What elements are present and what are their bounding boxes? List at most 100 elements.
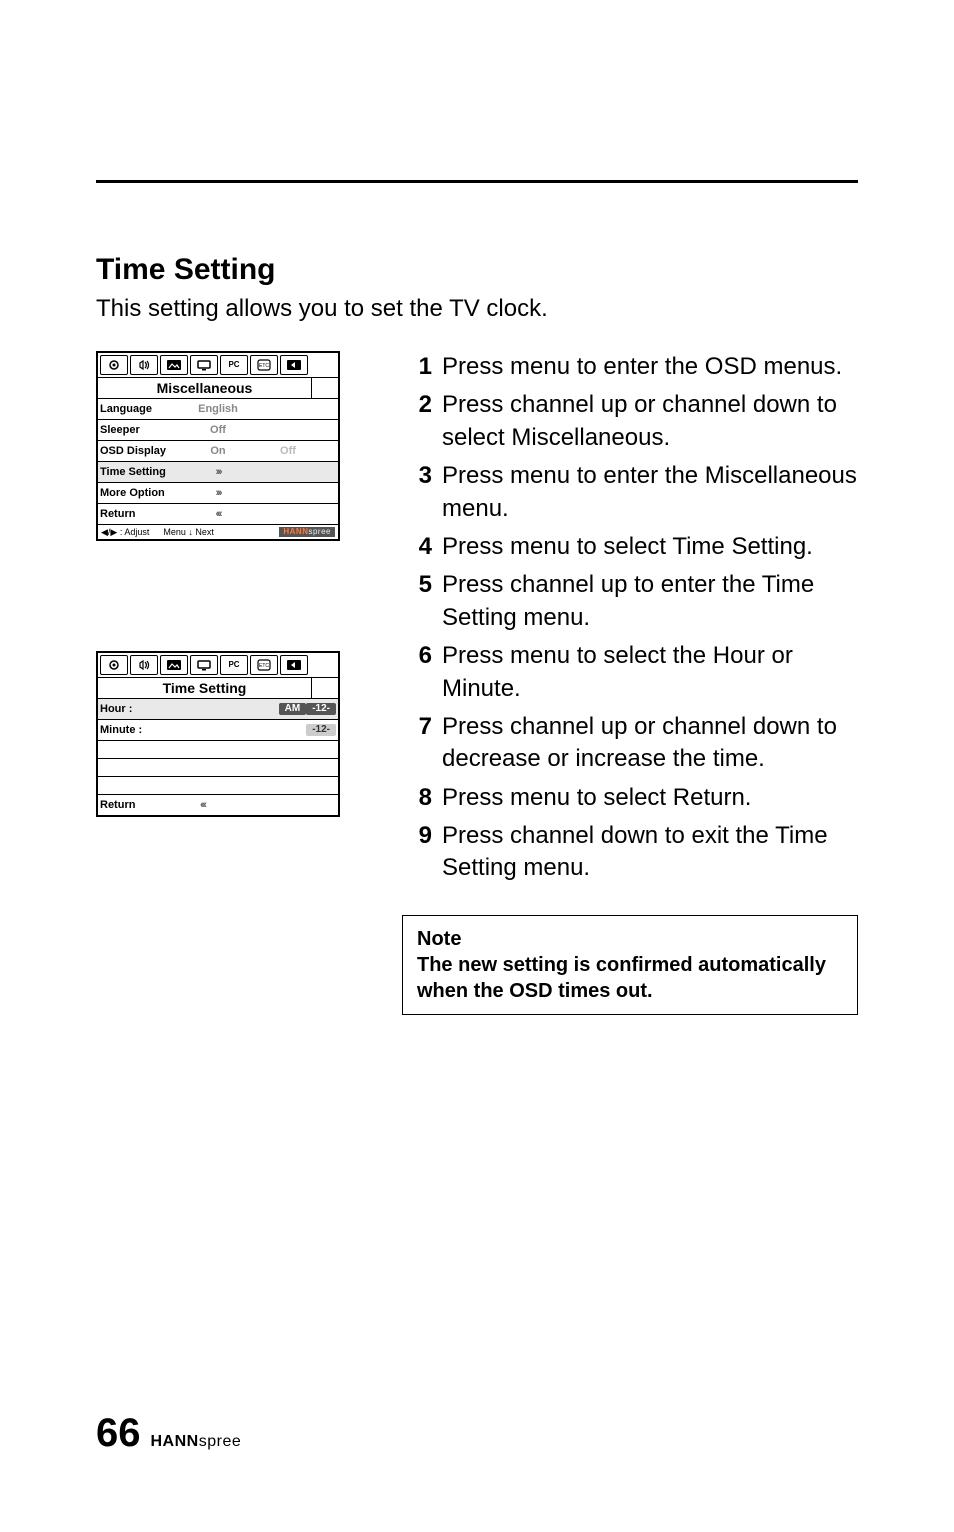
- minute-value: -12-: [306, 724, 336, 736]
- row-value: Off: [178, 425, 258, 436]
- step-item: 4 Press menu to select Time Setting.: [402, 531, 858, 563]
- row-arrow-right-icon: ›››: [178, 488, 258, 499]
- osd-tab-av-icon: [280, 655, 308, 675]
- osd-tab-strip: PC ETC: [98, 653, 338, 677]
- step-number: 4: [402, 531, 432, 563]
- row-label: Return: [100, 509, 178, 520]
- row-value: English: [178, 404, 258, 415]
- minute-value-group: -12-: [306, 724, 336, 736]
- step-item: 7Press channel up or channel down to dec…: [402, 711, 858, 776]
- step-number: 8: [402, 782, 432, 814]
- osd-miscellaneous: PC ETC Miscellaneous Language English Sl…: [96, 351, 340, 541]
- step-text: Press channel down to exit the Time Sett…: [442, 820, 858, 885]
- note-body: The new setting is confirmed automatical…: [417, 952, 843, 1004]
- osd-row-more-option: More Option ›››: [98, 482, 338, 503]
- row-label: Sleeper: [100, 425, 178, 436]
- osd-row-sleeper: Sleeper Off: [98, 419, 338, 440]
- osd-tab-image-icon: [160, 355, 188, 375]
- osd-row-minute: Minute : -12-: [98, 719, 338, 740]
- section-title: Time Setting: [96, 253, 858, 287]
- step-item: 1 Press menu to enter the OSD menus.: [402, 351, 858, 383]
- osd-tab-image-icon: [160, 655, 188, 675]
- step-text: Press menu to select Return.: [442, 782, 858, 814]
- top-rule: [96, 180, 858, 183]
- osd-footer: ◀/▶ : Adjust Menu ↓ Next HANNspree: [98, 524, 338, 539]
- step-item: 3Press menu to enter the Miscellaneous m…: [402, 460, 858, 525]
- note-title: Note: [417, 926, 843, 952]
- footer-menu-next: Menu ↓ Next: [163, 528, 214, 537]
- osd-header-row: Miscellaneous: [98, 377, 338, 398]
- step-item: 8 Press menu to select Return.: [402, 782, 858, 814]
- osd-tab-pc: PC: [220, 655, 248, 675]
- brand-rest: spree: [199, 1433, 242, 1450]
- osd-row-return: Return ‹‹‹: [98, 794, 338, 815]
- row-arrow-right-icon: ›››: [178, 467, 258, 478]
- left-column: PC ETC Miscellaneous Language English Sl…: [96, 351, 346, 1015]
- row-label: Return: [100, 800, 160, 811]
- content-row: PC ETC Miscellaneous Language English Sl…: [96, 351, 858, 1015]
- osd-row-hour: Hour : AM -12-: [98, 698, 338, 719]
- step-text: Press menu to select the Hour or Minute.: [442, 640, 858, 705]
- hour-value-group: AM -12-: [279, 703, 336, 715]
- osd-header-gap: [312, 677, 338, 698]
- osd-row-osd-display: OSD Display On Off: [98, 440, 338, 461]
- hour-value: -12-: [306, 703, 336, 715]
- osd-empty-row: [98, 776, 338, 794]
- osd-tab-picture-icon: [100, 655, 128, 675]
- hour-ampm: AM: [279, 703, 307, 715]
- osd-header-row: Time Setting: [98, 677, 338, 698]
- osd-row-time-setting: Time Setting ›››: [98, 461, 338, 482]
- step-text: Press menu to enter the OSD menus.: [442, 351, 858, 383]
- step-number: 7: [402, 711, 432, 776]
- osd-tab-strip: PC ETC: [98, 353, 338, 377]
- footer-adjust: ◀/▶ : Adjust: [101, 528, 149, 537]
- footer-brand: HANNspree: [151, 1433, 242, 1451]
- row-arrow-left-icon: ‹‹‹: [178, 509, 258, 520]
- step-text: Press channel up or channel down to decr…: [442, 711, 858, 776]
- osd-header: Miscellaneous: [98, 377, 312, 398]
- osd-tab-monitor-icon: [190, 655, 218, 675]
- osd-tab-sound-icon: [130, 655, 158, 675]
- step-number: 6: [402, 640, 432, 705]
- row-label: OSD Display: [100, 446, 178, 457]
- brand-prefix: HANN: [283, 527, 308, 536]
- row-label: More Option: [100, 488, 178, 499]
- footer-brand: HANNspree: [279, 527, 335, 537]
- osd-row-language: Language English: [98, 398, 338, 419]
- osd-tab-monitor-icon: [190, 355, 218, 375]
- page-number: 66: [96, 1411, 141, 1456]
- step-item: 5Press channel up to enter the Time Sett…: [402, 569, 858, 634]
- osd-tab-picture-icon: [100, 355, 128, 375]
- step-item: 2Press channel up or channel down to sel…: [402, 389, 858, 454]
- step-number: 9: [402, 820, 432, 885]
- osd-row-return: Return ‹‹‹: [98, 503, 338, 524]
- page: Time Setting This setting allows you to …: [0, 180, 954, 1532]
- step-text: Press channel up to enter the Time Setti…: [442, 569, 858, 634]
- row-arrow-left-icon: ‹‹‹: [200, 800, 205, 811]
- osd-empty-row: [98, 758, 338, 776]
- osd-tab-etc-icon: ETC: [250, 655, 278, 675]
- right-column: 1 Press menu to enter the OSD menus. 2Pre…: [402, 351, 858, 1015]
- step-text: Press menu to enter the Miscellaneous me…: [442, 460, 858, 525]
- row-label: Hour :: [100, 704, 160, 715]
- row-value: On: [178, 446, 258, 457]
- step-number: 1: [402, 351, 432, 383]
- row-label: Language: [100, 404, 178, 415]
- step-text: Press channel up or channel down to sele…: [442, 389, 858, 454]
- osd-tab-av-icon: [280, 355, 308, 375]
- pc-label: PC: [228, 661, 239, 669]
- osd-header: Time Setting: [98, 677, 312, 698]
- osd-empty-row: [98, 740, 338, 758]
- brand-bold: HANN: [151, 1433, 199, 1450]
- steps-list: 1 Press menu to enter the OSD menus. 2Pre…: [402, 351, 858, 885]
- section-intro: This setting allows you to set the TV cl…: [96, 295, 858, 323]
- step-number: 3: [402, 460, 432, 525]
- step-text: Press menu to select Time Setting.: [442, 531, 858, 563]
- svg-text:ETC: ETC: [259, 663, 269, 669]
- row-value-alt: Off: [258, 446, 318, 457]
- brand-suffix: spree: [308, 527, 331, 536]
- osd-header-gap: [312, 377, 338, 398]
- page-footer: 66 HANNspree: [96, 1411, 241, 1456]
- osd-tab-sound-icon: [130, 355, 158, 375]
- step-item: 9Press channel down to exit the Time Set…: [402, 820, 858, 885]
